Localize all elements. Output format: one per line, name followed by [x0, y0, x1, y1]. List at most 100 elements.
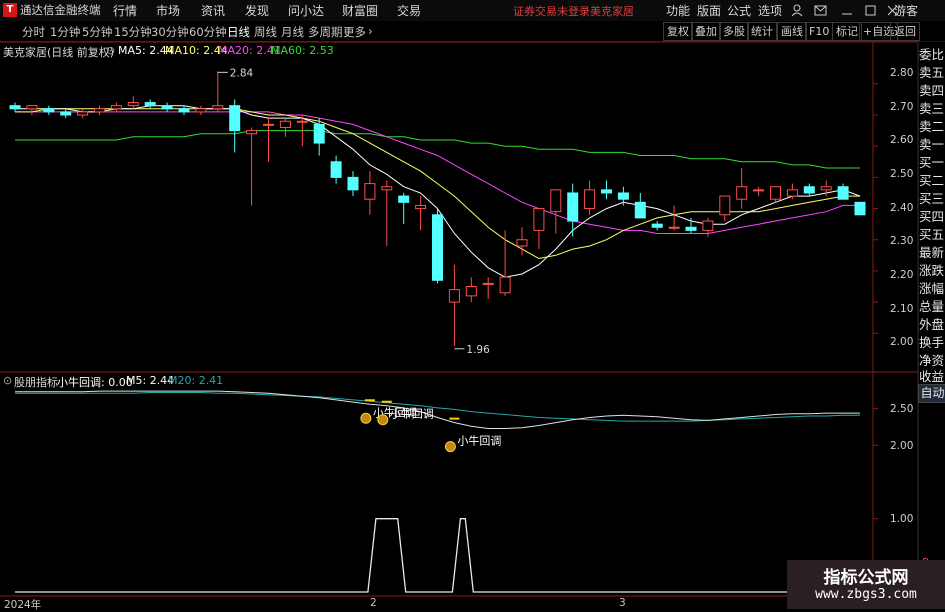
y-tick: 2.70	[890, 101, 914, 113]
side-bid2[interactable]: 买二	[918, 172, 945, 189]
candle-body-up	[786, 189, 798, 197]
side-ask5[interactable]: 卖五	[918, 64, 945, 81]
candle-body-down	[229, 105, 241, 132]
candle-body-up	[127, 102, 139, 107]
m5-line	[15, 390, 860, 429]
main-grid	[873, 83, 878, 334]
candle-body-down	[178, 108, 190, 113]
candle-body-up	[668, 226, 680, 229]
x-tick: 2024年	[4, 599, 42, 611]
candle-body-down	[347, 176, 359, 191]
side-ask3[interactable]: 卖三	[918, 100, 945, 117]
candle-body-up	[820, 186, 832, 191]
candle-body-up	[94, 108, 105, 113]
candle-body-up	[465, 286, 477, 297]
sub-y-tick: 2.50	[890, 403, 914, 415]
side-outer[interactable]: 外盘	[918, 316, 945, 333]
coin-icon	[360, 412, 372, 424]
candle-body-down	[651, 223, 663, 228]
indicator-name: 股朋指标	[14, 376, 58, 389]
x-tick: 3	[619, 597, 626, 609]
low-price-label: 1.96	[466, 344, 490, 356]
signal-marker-label: 小牛回调	[390, 407, 434, 421]
candle-body-down	[601, 189, 612, 194]
candle-body-up	[499, 276, 511, 294]
candle-body-up	[381, 186, 393, 191]
side-volume[interactable]: 总量	[918, 298, 945, 315]
y-tick: 2.20	[890, 269, 914, 281]
candle-body-down	[567, 192, 579, 222]
kline-chart[interactable]: 2.84 1.96 小牛回调小牛回调小牛回调	[0, 0, 945, 609]
candle-body-up	[246, 130, 258, 135]
side-change[interactable]: 涨跌	[918, 262, 945, 279]
candle-body-up	[77, 111, 89, 116]
sub-lines	[15, 390, 860, 593]
side-bid3[interactable]: 买三	[918, 190, 945, 207]
y-tick: 2.50	[890, 168, 914, 180]
ma60-line	[15, 130, 860, 169]
candle-body-up	[263, 123, 274, 126]
candle-body-up	[702, 220, 714, 231]
candle-body-up	[296, 120, 308, 123]
side-weibi[interactable]: 委比	[918, 46, 945, 63]
watermark-title: 指标公式网	[823, 568, 909, 588]
y-tick: 2.80	[890, 67, 914, 79]
side-ask1[interactable]: 卖一	[918, 136, 945, 153]
candle-body-down	[685, 226, 697, 231]
candle-body-down	[398, 195, 410, 203]
y-tick: 2.40	[890, 202, 914, 214]
signal-legend: 小牛回调: 0.00	[57, 376, 133, 389]
candle-body-up	[719, 195, 731, 216]
candle-body-up	[533, 208, 545, 231]
side-last[interactable]: 最新	[918, 244, 945, 261]
sub-y-tick: 2.00	[890, 440, 914, 452]
sub-markers: 小牛回调小牛回调小牛回调	[360, 399, 501, 453]
candle-body-up	[584, 189, 596, 210]
auto-button[interactable]: 自动	[918, 384, 945, 403]
candle-body-down	[854, 201, 866, 216]
candle-body-up	[448, 289, 460, 303]
chart-title: 美克家居(日线 前复权)	[3, 46, 115, 59]
y-tick: 2.30	[890, 235, 914, 247]
sub-y-tick: 1.00	[890, 513, 914, 525]
side-ask2[interactable]: 卖二	[918, 118, 945, 135]
ma60-legend: MA60: 2.53	[271, 44, 334, 57]
legend-toggle-icon[interactable]: ⊙	[106, 44, 115, 57]
side-change-pct[interactable]: 涨幅	[918, 280, 945, 297]
candle-body-up	[279, 120, 291, 128]
side-bid5[interactable]: 买五	[918, 226, 945, 243]
y-tick: 2.10	[890, 303, 914, 315]
main-annotations: 2.84 1.96	[217, 67, 490, 356]
coin-icon	[444, 441, 456, 453]
sub-grid	[873, 408, 878, 520]
signal-line	[15, 518, 860, 593]
candle-body-up	[753, 189, 765, 192]
candle-body-down	[43, 108, 55, 113]
high-price-label: 2.84	[230, 67, 254, 79]
candle-body-down	[634, 201, 646, 219]
candle-body-up	[364, 183, 376, 200]
candle-body-up	[415, 204, 427, 210]
side-bid1[interactable]: 买一	[918, 154, 945, 171]
candle-body-down	[144, 102, 156, 107]
coin-icon	[377, 414, 389, 426]
side-earnings[interactable]: 收益	[918, 368, 945, 385]
sub-toggle-icon[interactable]: ⊙	[3, 374, 12, 387]
y-tick: 2.00	[890, 336, 914, 348]
side-ask4[interactable]: 卖四	[918, 82, 945, 99]
candle-body-down	[313, 123, 325, 144]
candle-body-down	[330, 161, 342, 178]
main-candles	[9, 71, 866, 346]
candle-body-up	[212, 105, 224, 110]
candle-body-up	[26, 105, 38, 110]
watermark-url: www.zbgs3.com	[815, 587, 917, 602]
candle-body-down	[803, 186, 815, 194]
candle-body-down	[837, 186, 849, 200]
candle-body-up	[195, 108, 207, 113]
side-net-assets[interactable]: 净资	[918, 352, 945, 369]
side-turnover[interactable]: 换手	[918, 334, 945, 351]
candle-body-up	[770, 186, 781, 200]
candle-body-down	[432, 214, 443, 281]
side-bid4[interactable]: 买四	[918, 208, 945, 225]
m20-legend: M20: 2.41	[168, 374, 224, 387]
